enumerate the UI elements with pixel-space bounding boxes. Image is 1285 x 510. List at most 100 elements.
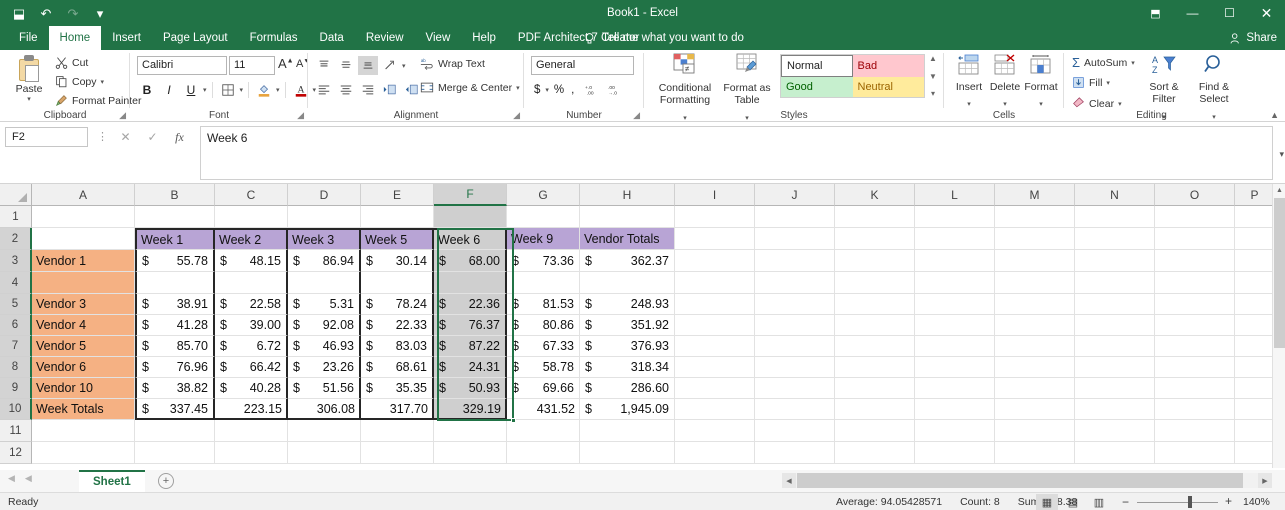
- cell-i10[interactable]: [675, 399, 755, 420]
- cell-j12[interactable]: [755, 442, 835, 464]
- cell-a12[interactable]: [32, 442, 135, 464]
- cell-c10[interactable]: 223.15: [215, 399, 288, 420]
- column-header-d[interactable]: D: [288, 184, 361, 206]
- cell-e5[interactable]: $78.24: [361, 294, 434, 315]
- cell-o4[interactable]: [1155, 272, 1235, 294]
- cell-g5[interactable]: $81.53: [507, 294, 580, 315]
- cell-c8[interactable]: $66.42: [215, 357, 288, 378]
- cell-j9[interactable]: [755, 378, 835, 399]
- cell-style-bad[interactable]: Bad: [852, 55, 924, 77]
- cell-d10[interactable]: 306.08: [288, 399, 361, 420]
- expand-formula-bar-icon[interactable]: ▾: [1279, 149, 1284, 160]
- cell-a2[interactable]: [32, 228, 135, 250]
- cell-n4[interactable]: [1075, 272, 1155, 294]
- cell-c4[interactable]: [215, 272, 288, 294]
- tab-review[interactable]: Review: [355, 26, 415, 50]
- cell-h4[interactable]: [580, 272, 675, 294]
- cell-b7[interactable]: $85.70: [135, 336, 215, 357]
- borders-button[interactable]: [218, 80, 238, 100]
- cell-h7[interactable]: $376.93: [580, 336, 675, 357]
- format-cells-button[interactable]: Format ▾: [1022, 54, 1060, 111]
- tab-formulas[interactable]: Formulas: [239, 26, 309, 50]
- decrease-indent-button[interactable]: [380, 80, 400, 99]
- cell-b3[interactable]: $55.78: [135, 250, 215, 272]
- zoom-out-button[interactable]: −: [1122, 495, 1129, 509]
- clipboard-dialog-launcher[interactable]: ◢: [119, 110, 126, 121]
- cell-style-good[interactable]: Good: [781, 77, 853, 97]
- cell-l7[interactable]: [915, 336, 995, 357]
- cell-o12[interactable]: [1155, 442, 1235, 464]
- cell-d11[interactable]: [288, 420, 361, 442]
- cell-a9[interactable]: Vendor 10: [32, 378, 135, 399]
- row-header-4[interactable]: 4: [0, 272, 32, 294]
- cell-j2[interactable]: [755, 228, 835, 250]
- cell-b8[interactable]: $76.96: [135, 357, 215, 378]
- column-header-n[interactable]: N: [1075, 184, 1155, 206]
- cell-i7[interactable]: [675, 336, 755, 357]
- row-header-5[interactable]: 5: [0, 294, 32, 315]
- fill-handle[interactable]: [511, 418, 516, 423]
- cell-g1[interactable]: [507, 206, 580, 228]
- cell-e10[interactable]: 317.70: [361, 399, 434, 420]
- cell-j6[interactable]: [755, 315, 835, 336]
- page-break-preview-button[interactable]: ▥: [1088, 494, 1110, 510]
- cell-h8[interactable]: $318.34: [580, 357, 675, 378]
- cell-n12[interactable]: [1075, 442, 1155, 464]
- cell-n11[interactable]: [1075, 420, 1155, 442]
- horizontal-scroll-thumb[interactable]: [797, 473, 1243, 488]
- cell-p9[interactable]: [1235, 378, 1275, 399]
- column-header-j[interactable]: J: [755, 184, 835, 206]
- copy-dropdown-icon[interactable]: ▾: [101, 78, 105, 86]
- vertical-scroll-thumb[interactable]: [1274, 198, 1285, 348]
- cell-k8[interactable]: [835, 357, 915, 378]
- cell-f11[interactable]: [434, 420, 507, 442]
- cell-g7[interactable]: $67.33: [507, 336, 580, 357]
- row-header-2[interactable]: 2: [0, 228, 32, 250]
- cell-d7[interactable]: $46.93: [288, 336, 361, 357]
- wrap-text-button[interactable]: ab Wrap Text: [420, 57, 485, 70]
- cell-f1[interactable]: [434, 206, 507, 228]
- cell-o10[interactable]: [1155, 399, 1235, 420]
- font-name-input[interactable]: Calibri: [137, 56, 227, 75]
- cell-m3[interactable]: [995, 250, 1075, 272]
- tab-data[interactable]: Data: [309, 26, 355, 50]
- clear-button[interactable]: Clear ▾: [1072, 97, 1122, 110]
- name-box[interactable]: F2: [5, 127, 88, 147]
- zoom-track[interactable]: [1137, 502, 1218, 503]
- cell-c12[interactable]: [215, 442, 288, 464]
- cell-e2[interactable]: Week 5: [361, 228, 434, 250]
- zoom-in-button[interactable]: +: [1225, 494, 1232, 508]
- formula-input[interactable]: Week 6: [200, 126, 1273, 180]
- column-header-l[interactable]: L: [915, 184, 995, 206]
- cell-m9[interactable]: [995, 378, 1075, 399]
- decrease-decimal-button[interactable]: .00 →.0: [606, 80, 626, 99]
- collapse-ribbon-icon[interactable]: ▲: [1270, 110, 1279, 120]
- cell-b6[interactable]: $41.28: [135, 315, 215, 336]
- cell-n2[interactable]: [1075, 228, 1155, 250]
- cell-f9[interactable]: $50.93: [434, 378, 507, 399]
- italic-button[interactable]: I: [159, 80, 179, 100]
- cell-i3[interactable]: [675, 250, 755, 272]
- column-header-c[interactable]: C: [215, 184, 288, 206]
- cell-p1[interactable]: [1235, 206, 1275, 228]
- column-header-g[interactable]: G: [507, 184, 580, 206]
- cancel-icon[interactable]: ✕: [112, 127, 139, 147]
- cell-m6[interactable]: [995, 315, 1075, 336]
- align-middle-button[interactable]: [336, 56, 356, 75]
- normal-view-button[interactable]: ▦: [1036, 494, 1058, 510]
- insert-function-icon[interactable]: fx: [166, 127, 193, 147]
- cell-style-normal[interactable]: Normal: [781, 55, 853, 77]
- cell-l9[interactable]: [915, 378, 995, 399]
- cell-d4[interactable]: [288, 272, 361, 294]
- cell-o6[interactable]: [1155, 315, 1235, 336]
- add-sheet-button[interactable]: +: [158, 473, 174, 489]
- cell-j4[interactable]: [755, 272, 835, 294]
- row-header-8[interactable]: 8: [0, 357, 32, 378]
- cell-d9[interactable]: $51.56: [288, 378, 361, 399]
- cell-e8[interactable]: $68.61: [361, 357, 434, 378]
- cell-l11[interactable]: [915, 420, 995, 442]
- cell-g11[interactable]: [507, 420, 580, 442]
- cell-a6[interactable]: Vendor 4: [32, 315, 135, 336]
- increase-decimal-button[interactable]: +.0 .00: [583, 80, 603, 99]
- cell-a3[interactable]: Vendor 1: [32, 250, 135, 272]
